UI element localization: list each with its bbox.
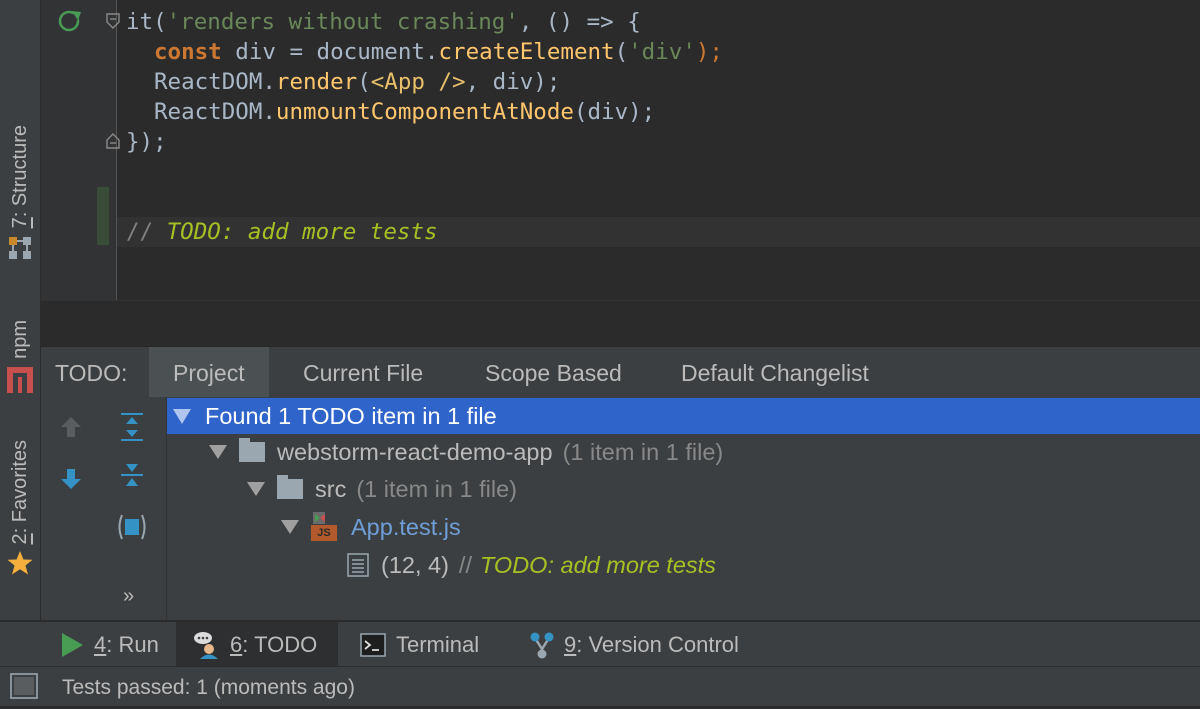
todo-text: TODO: add more tests: [479, 552, 716, 578]
folder-name: src: [315, 476, 347, 502]
terminal-tool-tab[interactable]: Terminal: [344, 622, 495, 667]
tree-todo-item-row[interactable]: (12, 4) // TODO: add more tests: [347, 547, 716, 583]
run-icon: [62, 632, 83, 657]
todo-toolbar: »: [41, 397, 167, 620]
todo-tool-tab[interactable]: 6: TODO: [176, 622, 338, 667]
tree-file-row[interactable]: JS App.test.js: [281, 509, 461, 545]
file-name: App.test.js: [351, 514, 461, 540]
todo-tool-icon: [194, 631, 218, 659]
expand-arrow-icon: [281, 520, 299, 534]
project-name: webstorm-react-demo-app: [277, 439, 553, 465]
folder-count: (1 item in 1 file): [356, 476, 517, 502]
structure-tool-tab[interactable]: 7: Structure: [0, 125, 40, 260]
change-marker: [97, 187, 109, 245]
todo-item-icon: [347, 553, 369, 577]
tab-default-changelist[interactable]: Default Changelist: [657, 347, 893, 397]
todo-position: (12, 4): [381, 552, 449, 578]
expand-all-icon[interactable]: [118, 412, 146, 442]
project-count: (1 item in 1 file): [562, 439, 724, 465]
code-line-1: it('renders without crashing', () => {: [126, 9, 641, 35]
status-message[interactable]: Tests passed: 1 (moments ago): [62, 667, 355, 706]
favorites-tab-label: 2: Favorites: [8, 440, 31, 545]
tree-project-row[interactable]: webstorm-react-demo-app (1 item in 1 fil…: [209, 434, 723, 470]
run-test-icon[interactable]: [57, 8, 83, 34]
more-tools-button[interactable]: »: [123, 585, 134, 608]
tab-scope-based[interactable]: Scope Based: [461, 347, 646, 397]
code-line-2: const div = document.createElement('div'…: [154, 39, 723, 65]
todo-tree[interactable]: Found 1 TODO item in 1 file webstorm-rea…: [167, 397, 1200, 620]
code-line-3: ReactDOM.render(<App />, div);: [154, 69, 561, 95]
tab-current-file[interactable]: Current File: [279, 347, 447, 397]
fold-close-icon[interactable]: [106, 133, 120, 149]
status-bar: Tests passed: 1 (moments ago): [0, 666, 1200, 706]
structure-icon: [9, 237, 31, 260]
code-editor[interactable]: it('renders without crashing', () => { c…: [41, 0, 1200, 300]
js-test-file-icon: JS: [311, 511, 339, 543]
tool-windows-toggle-icon[interactable]: [10, 673, 38, 699]
code-line-4: ReactDOM.unmountComponentAtNode(div);: [154, 99, 656, 125]
star-icon: [7, 551, 33, 575]
structure-tab-label: 7: Structure: [8, 125, 31, 229]
collapse-all-icon[interactable]: [118, 460, 146, 490]
expand-arrow-icon: [209, 445, 227, 459]
editor-bottom-area: [41, 300, 1200, 347]
npm-tool-tab[interactable]: npm: [0, 320, 40, 393]
left-tool-strip: 7: Structure npm 2: Favorites: [0, 0, 41, 620]
todo-panel-title: TODO:: [55, 360, 128, 386]
code-todo-comment: // TODO: add more tests: [126, 219, 438, 245]
expand-arrow-icon: [173, 408, 191, 424]
folder-icon: [239, 438, 265, 462]
fold-open-icon[interactable]: [106, 13, 120, 29]
run-tool-tab[interactable]: 4: Run: [44, 622, 175, 667]
code-line-5: });: [126, 129, 167, 155]
favorites-tool-tab[interactable]: 2: Favorites: [0, 440, 40, 576]
todo-slashes: //: [458, 552, 472, 578]
terminal-icon: [360, 632, 386, 657]
tree-summary-row[interactable]: Found 1 TODO item in 1 file: [167, 398, 1200, 434]
bottom-tool-bar: 4: Run 6: TODO Terminal 9: Version Contr…: [0, 621, 1200, 667]
tree-folder-row[interactable]: src (1 item in 1 file): [247, 471, 517, 507]
previous-occurrence-icon[interactable]: [59, 415, 83, 439]
npm-tab-label: npm: [8, 320, 31, 359]
npm-icon: [7, 366, 33, 393]
todo-tab-bar: TODO: Project Current File Scope Based D…: [41, 346, 1200, 398]
tab-project[interactable]: Project: [149, 347, 269, 397]
expand-arrow-icon: [247, 482, 265, 496]
folder-icon: [277, 475, 303, 499]
next-occurrence-icon[interactable]: [59, 467, 83, 491]
version-control-tool-tab[interactable]: 9: Version Control: [512, 622, 755, 667]
editor-gutter: [41, 0, 120, 300]
tree-summary-text: Found 1 TODO item in 1 file: [205, 403, 497, 429]
preview-icon[interactable]: [116, 512, 148, 542]
branch-icon: [530, 632, 554, 658]
